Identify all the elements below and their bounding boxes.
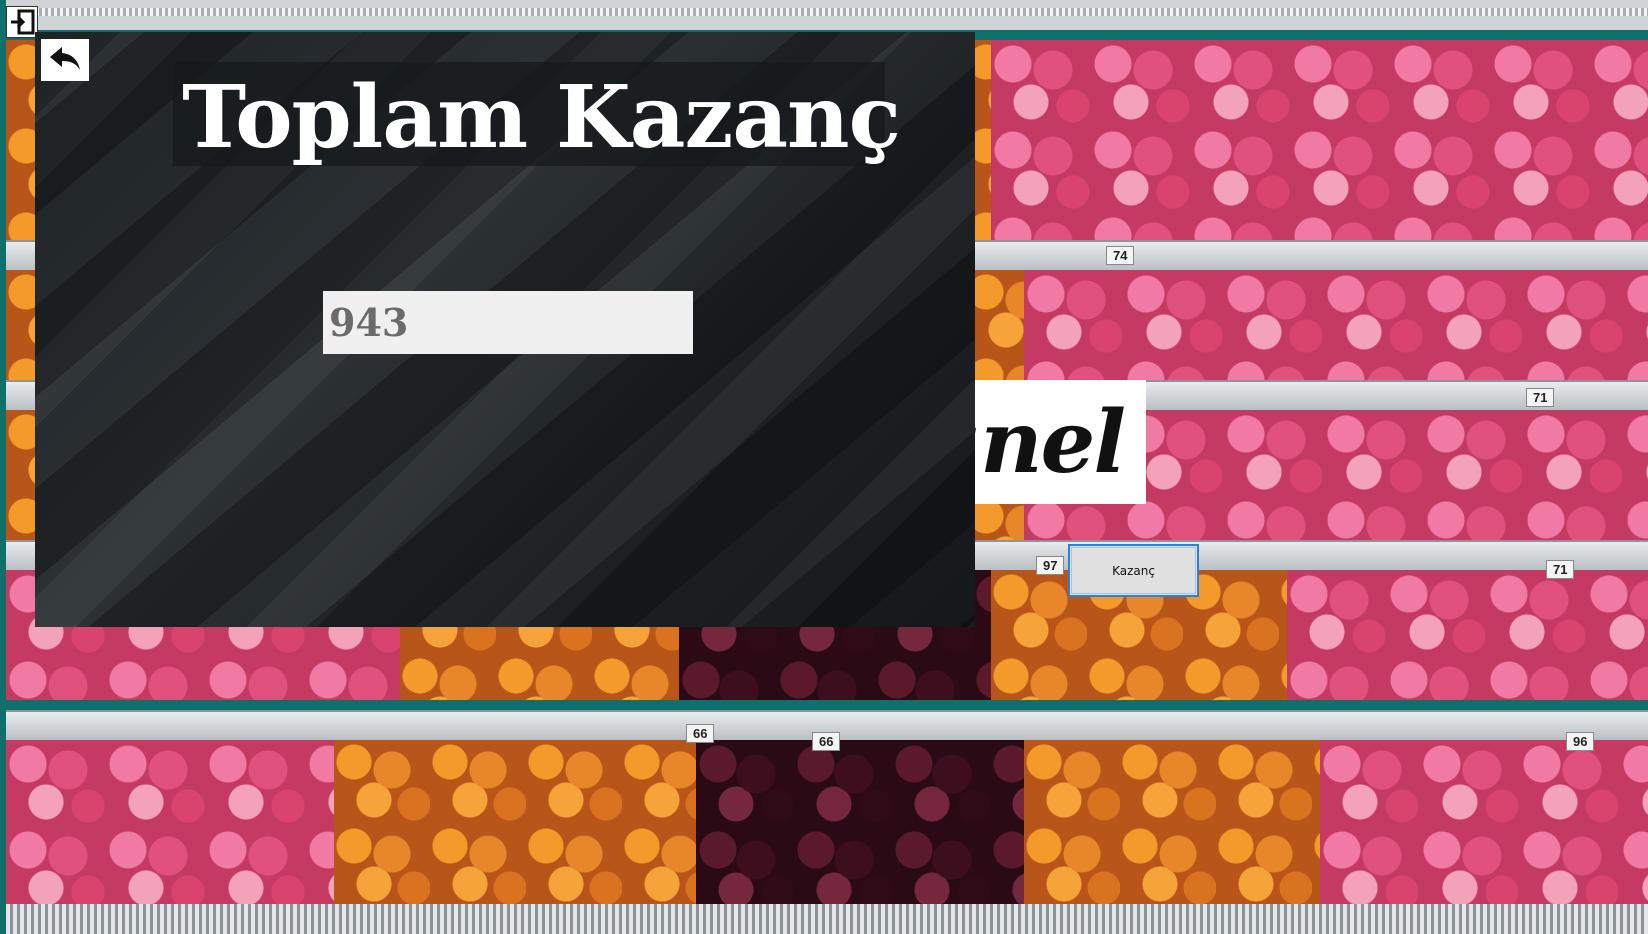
fruit-band-oranges <box>1024 740 1320 910</box>
price-tag: 74 <box>1106 246 1135 265</box>
fruit-band-plums <box>695 740 1025 910</box>
price-tag: 96 <box>1566 732 1595 751</box>
price-tag: 66 <box>686 724 715 743</box>
price-tag: 71 <box>1546 560 1575 579</box>
shelf-vent-top <box>6 8 1648 16</box>
kazanc-button-label: Kazanç <box>1112 563 1155 578</box>
price-tag: 97 <box>1036 556 1065 575</box>
back-button[interactable] <box>41 39 89 81</box>
fruit-band-apples <box>1286 570 1648 700</box>
shelf-vent-bottom <box>6 904 1648 934</box>
price-tag: 66 <box>812 732 841 751</box>
exit-door-icon[interactable] <box>6 6 38 38</box>
page-title: Toplam Kazanç <box>182 66 901 168</box>
fruit-band-apples <box>991 40 1648 245</box>
fruit-band-apples <box>6 740 335 910</box>
fruit-band-apples <box>1024 270 1648 380</box>
price-tag: 71 <box>1526 388 1555 407</box>
kazanc-button[interactable]: Kazanç <box>1068 544 1199 597</box>
fruit-band-apples <box>1319 740 1648 910</box>
fruit-band-oranges <box>334 740 696 910</box>
back-arrow-icon <box>48 45 82 76</box>
total-earnings-field[interactable] <box>323 291 693 354</box>
total-earnings-panel: Toplam Kazanç <box>35 32 975 627</box>
